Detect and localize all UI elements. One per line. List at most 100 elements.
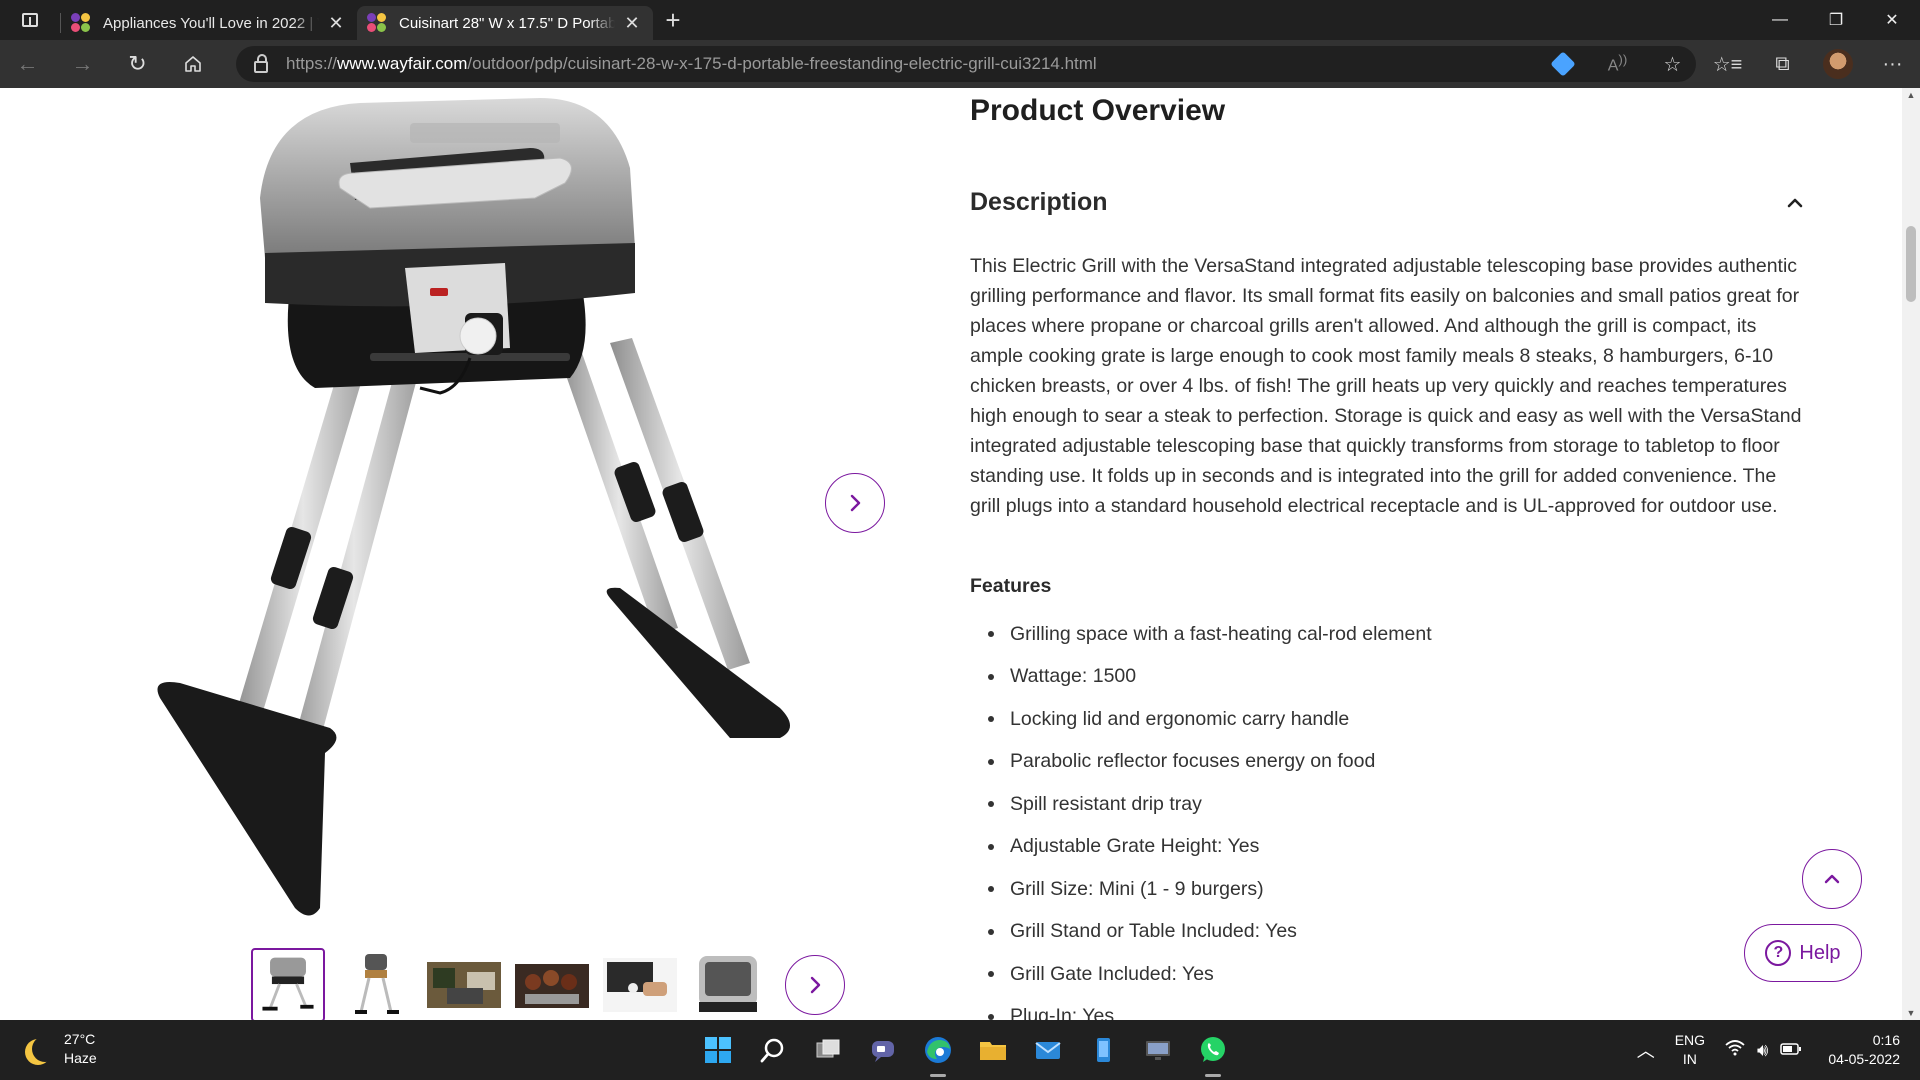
features-heading: Features (970, 575, 1052, 597)
description-heading[interactable]: Description (970, 188, 1108, 217)
taskbar-apps (690, 1020, 1240, 1080)
product-overview-heading: Product Overview (970, 94, 1226, 127)
help-button[interactable]: ? Help (1744, 924, 1862, 982)
tab-cuisinart-grill[interactable]: Cuisinart 28" W x 17.5" D Portable Frees… (357, 6, 653, 40)
mail-icon (1034, 1042, 1061, 1059)
weather-temp: 27°C (64, 1031, 96, 1047)
chevron-right-icon (810, 976, 821, 994)
scroll-up-arrow-icon[interactable]: ▲ (1902, 90, 1920, 100)
file-explorer-button[interactable] (965, 1020, 1020, 1080)
list-item: Plug-In: Yes (970, 996, 1432, 1020)
language-indicator[interactable]: ENG IN (1675, 1031, 1705, 1069)
close-window-icon[interactable]: ✕ (1864, 0, 1920, 40)
phone-icon (1096, 1038, 1110, 1062)
moon-icon (32, 1036, 58, 1062)
features-list: Grilling space with a fast-heating cal-r… (970, 613, 1432, 1020)
scrollbar-thumb[interactable] (1906, 226, 1916, 302)
next-thumbnail-button[interactable] (785, 955, 845, 1015)
tab-actions-button[interactable] (0, 0, 60, 40)
collapse-description-button[interactable] (1780, 188, 1810, 218)
edge-button[interactable] (910, 1020, 965, 1080)
windows-taskbar: 27°C Haze ︿ ENG IN 🔊︎ 0:16 04-05-2022 (0, 1020, 1920, 1080)
region-code: IN (1682, 1051, 1697, 1067)
address-bar[interactable]: https://www.wayfair.com/outdoor/pdp/cuis… (236, 46, 1696, 82)
date-text: 04-05-2022 (1828, 1051, 1900, 1067)
more-icon: ··· (1882, 52, 1903, 75)
chevron-up-icon (1824, 874, 1840, 884)
help-label: Help (1799, 941, 1841, 964)
mail-button[interactable] (1020, 1020, 1075, 1080)
read-aloud-button[interactable]: A)) (1590, 40, 1645, 88)
lang-code: ENG (1674, 1032, 1706, 1048)
battery-icon[interactable] (1780, 1040, 1802, 1061)
scroll-down-arrow-icon[interactable]: ▼ (1902, 1008, 1920, 1018)
star-plus-icon: ☆ (1663, 53, 1682, 76)
volume-icon[interactable]: 🔊︎ (1757, 1040, 1768, 1061)
phone-link-button[interactable] (1075, 1020, 1130, 1080)
minimize-icon[interactable]: — (1752, 0, 1808, 40)
chevron-up-icon (1787, 198, 1803, 208)
add-favorite-button[interactable]: ☆ (1645, 40, 1700, 88)
weather-widget[interactable]: 27°C Haze (24, 1030, 97, 1068)
window-controls: — ❐ ✕ (1752, 0, 1920, 40)
search-icon (760, 1038, 783, 1063)
wifi-icon[interactable] (1725, 1039, 1745, 1061)
list-item: Spill resistant drip tray (970, 783, 1432, 826)
new-tab-button[interactable]: + (653, 0, 693, 40)
list-item: Wattage: 1500 (970, 656, 1432, 699)
back-button[interactable]: ← (0, 40, 55, 88)
web-page: Product Overview Description This Electr… (0, 88, 1920, 1020)
thumbnail-4[interactable] (515, 948, 589, 1020)
windows-icon (704, 1037, 731, 1063)
wayfair-favicon-icon (71, 13, 91, 33)
refresh-button[interactable]: ↻ (110, 40, 165, 88)
next-image-button[interactable] (825, 473, 885, 533)
list-item: Adjustable Grate Height: Yes (970, 826, 1432, 869)
thumbnail-2[interactable] (339, 948, 413, 1020)
back-to-top-button[interactable] (1802, 849, 1862, 909)
clock[interactable]: 0:16 04-05-2022 (1828, 1031, 1900, 1069)
toolbar-right: A)) ☆ ☆≡ ⧉ ··· (1535, 40, 1920, 88)
task-view-button[interactable] (800, 1020, 855, 1080)
read-aloud-icon: A)) (1607, 52, 1628, 75)
thumbnail-1[interactable] (251, 948, 325, 1020)
tab-title: Cuisinart 28" W x 17.5" D Portable Frees… (399, 14, 615, 32)
tab-title: Appliances You'll Love in 2022 | Wayfair (103, 14, 319, 32)
shopping-tag-button[interactable] (1535, 40, 1590, 88)
description-text: This Electric Grill with the VersaStand … (970, 255, 1802, 517)
forward-button[interactable]: → (55, 40, 110, 88)
browser-toolbar: ← → ↻ https://www.wayfair.com/outdoor/pd… (0, 40, 1920, 88)
home-icon (184, 56, 201, 72)
image-thumbnails (251, 948, 765, 1020)
list-item: Parabolic reflector focuses energy on fo… (970, 741, 1432, 784)
page-scrollbar[interactable]: ▲ ▼ (1902, 88, 1920, 1020)
thumbnail-3[interactable] (427, 948, 501, 1020)
list-item: Locking lid and ergonomic carry handle (970, 698, 1432, 741)
restore-icon[interactable]: ❐ (1808, 0, 1864, 40)
list-item: Grill Stand or Table Included: Yes (970, 911, 1432, 954)
chevron-right-icon (850, 494, 861, 512)
close-tab-icon[interactable]: ✕ (325, 13, 347, 34)
screen-app-button[interactable] (1130, 1020, 1185, 1080)
lock-icon (254, 54, 268, 73)
favorites-button[interactable]: ☆≡ (1700, 40, 1755, 88)
folder-icon (979, 1042, 1006, 1060)
chevron-up-icon[interactable]: ︿ (1637, 1037, 1655, 1063)
url-text: https://www.wayfair.com/outdoor/pdp/cuis… (286, 54, 1097, 73)
thumbnail-5[interactable] (603, 948, 677, 1020)
teams-chat-button[interactable] (855, 1020, 910, 1080)
browser-titlebar: Appliances You'll Love in 2022 | Wayfair… (0, 0, 1920, 40)
home-button[interactable] (165, 40, 220, 88)
collections-button[interactable]: ⧉ (1755, 40, 1810, 88)
favorites-icon: ☆≡ (1712, 53, 1743, 76)
search-button[interactable] (745, 1020, 800, 1080)
help-icon: ? (1765, 940, 1792, 966)
whatsapp-button[interactable] (1185, 1020, 1240, 1080)
close-tab-icon[interactable]: ✕ (621, 13, 643, 34)
thumbnail-6[interactable] (691, 948, 765, 1020)
tab-appliances[interactable]: Appliances You'll Love in 2022 | Wayfair… (61, 6, 357, 40)
profile-button[interactable] (1810, 40, 1865, 88)
settings-menu-button[interactable]: ··· (1865, 40, 1920, 88)
list-item: Grill Gate Included: Yes (970, 953, 1432, 996)
start-button[interactable] (690, 1020, 745, 1080)
